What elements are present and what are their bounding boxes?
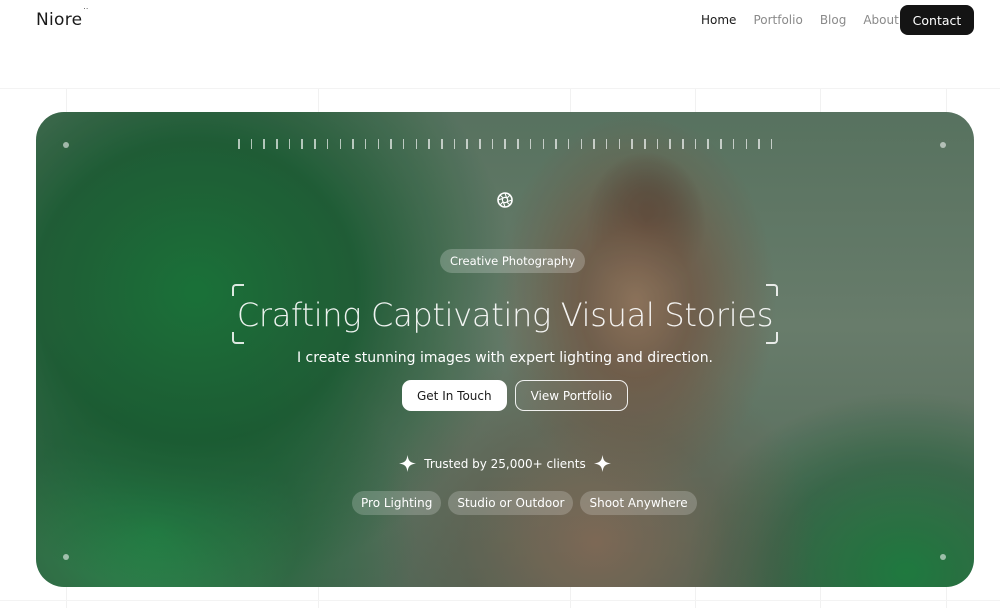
scale-tick: [377, 139, 380, 149]
brand-logo[interactable]: Niore··: [36, 5, 88, 30]
scale-tick: [694, 139, 697, 149]
scale-tick: [504, 139, 506, 149]
scale-tick: [314, 139, 316, 149]
nav-link-blog[interactable]: Blog: [820, 13, 847, 27]
scale-tick: [428, 139, 430, 149]
aperture-icon: [497, 192, 513, 208]
corner-dot-top-left: [63, 142, 69, 148]
scale-tick: [770, 139, 773, 149]
scale-tick: [529, 139, 532, 149]
contact-button[interactable]: Contact: [900, 5, 974, 35]
trust-line: Trusted by 25,000+ clients: [36, 455, 974, 472]
scale-tick: [326, 139, 329, 149]
nav-link-about[interactable]: About: [863, 13, 898, 27]
scale-tick: [415, 139, 418, 149]
camera-scale-ticks: [238, 139, 773, 151]
scale-tick: [745, 139, 747, 149]
scale-tick: [720, 139, 722, 149]
scale-tick: [517, 139, 519, 149]
scale-tick: [669, 139, 671, 149]
scale-tick: [453, 139, 456, 149]
scale-tick: [758, 139, 760, 149]
trust-text: Trusted by 25,000+ clients: [424, 456, 586, 471]
scale-tick: [542, 139, 544, 149]
hero-headline: Crafting Captivating Visual Stories: [236, 296, 774, 334]
scale-tick: [238, 139, 240, 149]
hero-actions: Get In Touch View Portfolio: [402, 380, 629, 411]
scale-tick: [580, 139, 583, 149]
view-portfolio-button[interactable]: View Portfolio: [514, 380, 629, 411]
scale-tick: [402, 139, 405, 149]
category-badge: Creative Photography: [440, 249, 586, 273]
scale-tick: [618, 139, 621, 149]
scale-tick: [390, 139, 392, 149]
scale-tick: [276, 139, 278, 149]
scale-tick: [288, 139, 291, 149]
scale-tick: [339, 139, 341, 149]
sparkle-icon: [399, 455, 417, 472]
navbar: Niore·· Home Portfolio Blog About Contac…: [0, 0, 1000, 40]
scale-tick: [656, 139, 659, 149]
get-in-touch-button[interactable]: Get In Touch: [402, 380, 507, 411]
frame-corner: [766, 284, 778, 296]
scale-tick: [491, 139, 494, 149]
scale-tick: [301, 139, 303, 149]
chip-pro-lighting: Pro Lighting: [352, 491, 442, 515]
scale-tick: [644, 139, 646, 149]
corner-dot-bottom-left: [63, 554, 69, 560]
scale-tick: [567, 139, 570, 149]
scale-tick: [732, 139, 735, 149]
scale-tick: [352, 139, 354, 149]
scale-tick: [605, 139, 608, 149]
sparkle-icon: [593, 455, 611, 472]
scale-tick: [707, 139, 709, 149]
scale-tick: [250, 139, 253, 149]
chip-studio-or-outdoor: Studio or Outdoor: [448, 491, 574, 515]
corner-dot-top-right: [940, 142, 946, 148]
scale-tick: [631, 139, 633, 149]
scale-tick: [593, 139, 595, 149]
scale-tick: [364, 139, 367, 149]
scale-tick: [479, 139, 481, 149]
hero-subtitle: I create stunning images with expert lig…: [296, 350, 714, 366]
corner-dot-bottom-right: [940, 554, 946, 560]
scale-tick: [263, 139, 265, 149]
headline-frame: Crafting Captivating Visual Stories: [232, 284, 778, 344]
nav-link-portfolio[interactable]: Portfolio: [753, 13, 802, 27]
hero-banner: Creative Photography Crafting Captivatin…: [36, 112, 974, 587]
scale-tick: [466, 139, 468, 149]
chip-shoot-anywhere: Shoot Anywhere: [580, 491, 697, 515]
scale-tick: [682, 139, 684, 149]
feature-chips: Pro Lighting Studio or Outdoor Shoot Any…: [352, 491, 697, 515]
nav-links: Home Portfolio Blog About: [701, 13, 916, 27]
scale-tick: [441, 139, 443, 149]
scale-tick: [555, 139, 557, 149]
frame-corner: [232, 284, 244, 296]
nav-link-home[interactable]: Home: [701, 13, 736, 27]
